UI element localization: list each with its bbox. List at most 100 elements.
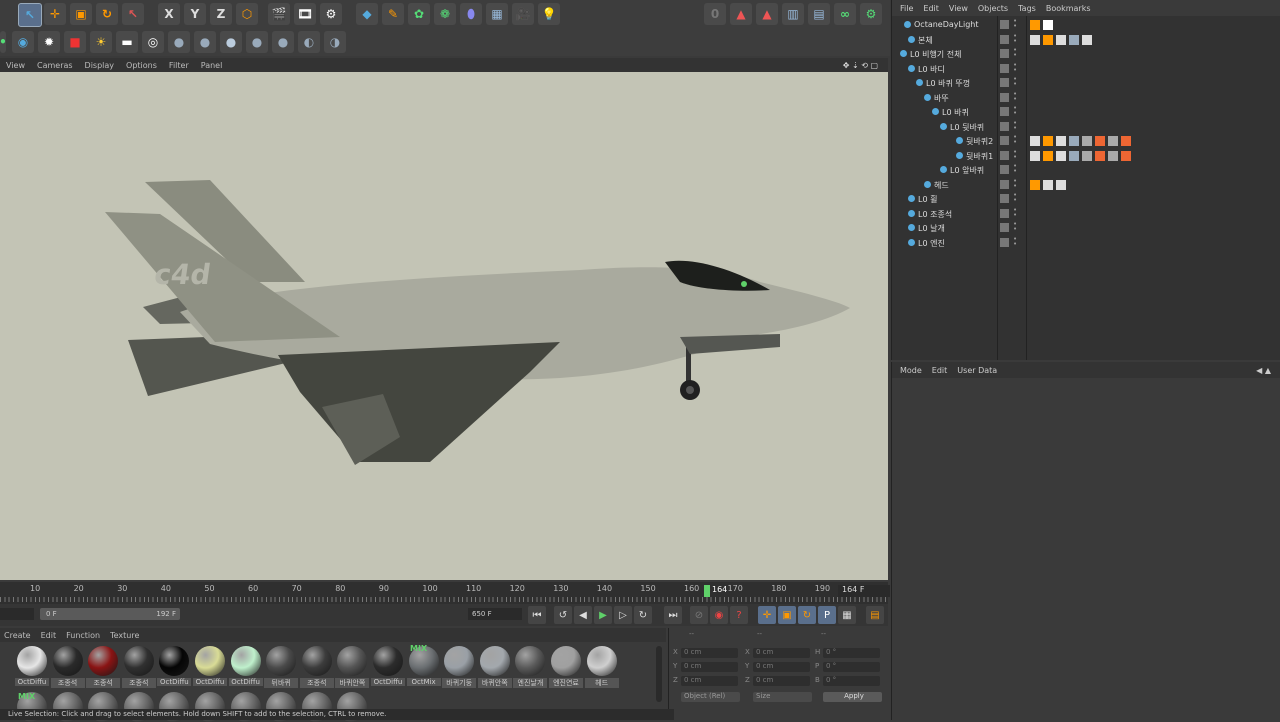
object-name[interactable]: L0 휠: [918, 194, 937, 205]
y-axis-lock-icon[interactable]: Y: [184, 3, 206, 25]
world-coord-icon[interactable]: ⬡: [236, 3, 258, 25]
coord-size-select[interactable]: Size: [753, 692, 812, 702]
layout2-icon[interactable]: ▤: [808, 3, 830, 25]
rot-h-field[interactable]: 0 °: [823, 648, 880, 658]
keyframe-selection-icon[interactable]: ?: [730, 606, 748, 624]
pos-x-field[interactable]: 0 cm: [681, 648, 738, 658]
menu-view[interactable]: View: [6, 61, 25, 70]
material-swatch[interactable]: OctDiffu: [157, 644, 192, 690]
material-tag-icon[interactable]: [1082, 150, 1092, 161]
material-tag-icon[interactable]: [1095, 136, 1105, 146]
recent-tool-icon[interactable]: ↖: [122, 3, 144, 25]
plugin-icon[interactable]: ⚙: [860, 3, 882, 25]
render-dots-icon[interactable]: • •: [1013, 32, 1017, 44]
sphere-material-2-icon[interactable]: ●: [194, 31, 216, 53]
sun-icon[interactable]: ☀: [90, 31, 112, 53]
material-tag-icon[interactable]: [1069, 34, 1079, 45]
material-tag-icon[interactable]: [1056, 34, 1066, 45]
render-dots-icon[interactable]: • •: [1013, 61, 1017, 73]
visibility-toggle-icon[interactable]: [1000, 208, 1009, 218]
octane-camera-icon[interactable]: ◉: [12, 31, 34, 53]
object-row[interactable]: L0 바퀴 • •: [892, 105, 1280, 119]
material-tag-icon[interactable]: [1082, 136, 1092, 146]
material-tag-icon[interactable]: [1095, 150, 1105, 161]
material-swatch[interactable]: 조종석: [50, 644, 85, 690]
scale-tool-icon[interactable]: ▣: [70, 3, 92, 25]
material-tag-icon[interactable]: [1108, 136, 1118, 146]
object-row[interactable]: L0 엔진 • •: [892, 235, 1280, 250]
pos-z-field[interactable]: 0 cm: [681, 676, 738, 686]
object-name[interactable]: L0 앞바퀴: [950, 165, 984, 176]
object-row[interactable]: L0 비행기 전체 • •: [892, 47, 1280, 61]
undo-cursor-icon[interactable]: ↖: [18, 3, 42, 27]
object-name[interactable]: L0 비행기 전체: [910, 49, 961, 60]
object-name[interactable]: L0 뒷바퀴: [950, 122, 984, 133]
visibility-toggle-icon[interactable]: [1000, 194, 1009, 203]
material-tag-icon[interactable]: [1043, 34, 1053, 45]
sphere-material-7-icon[interactable]: ◑: [324, 31, 346, 53]
octane-record-icon[interactable]: ■: [64, 31, 86, 53]
visibility-toggle-icon[interactable]: [1000, 121, 1009, 131]
key-rotation-icon[interactable]: ↻: [798, 606, 816, 624]
object-name[interactable]: L0 날개: [918, 223, 945, 234]
go-start-icon[interactable]: ⏮: [528, 606, 546, 624]
material-swatch[interactable]: OctDiffu: [371, 644, 405, 690]
material-tag-icon[interactable]: [1030, 179, 1040, 190]
autokey-icon[interactable]: ◉: [710, 606, 728, 624]
min-frame-field[interactable]: [0, 608, 34, 620]
material-swatch[interactable]: 조종석: [299, 644, 334, 690]
size-y-field[interactable]: 0 cm: [753, 662, 810, 672]
visibility-toggle-icon[interactable]: [1000, 20, 1009, 29]
octane-live-icon[interactable]: ▲: [730, 3, 752, 25]
current-frame-field[interactable]: 164 F: [838, 585, 890, 597]
cube-icon[interactable]: ◆: [356, 3, 378, 25]
script-icon[interactable]: ∞: [834, 3, 856, 25]
array-icon[interactable]: ❁: [434, 3, 456, 25]
render-dots-icon[interactable]: • •: [1013, 235, 1017, 247]
move-tool-icon[interactable]: ✛: [44, 3, 66, 25]
render-dots-icon[interactable]: • •: [1013, 221, 1017, 233]
render-dots-icon[interactable]: • •: [1013, 18, 1017, 30]
key-pla-icon[interactable]: ▦: [838, 606, 856, 624]
obj-menu-objects[interactable]: Objects: [978, 4, 1008, 13]
render-settings-icon[interactable]: ⚙: [320, 3, 342, 25]
render-dots-icon[interactable]: • •: [1013, 76, 1017, 88]
play-icon[interactable]: ▶: [594, 606, 612, 624]
material-tag-icon[interactable]: [1056, 179, 1066, 190]
obj-menu-tags[interactable]: Tags: [1018, 4, 1036, 13]
key-scale-icon[interactable]: ▣: [778, 606, 796, 624]
object-row[interactable]: L0 날개 • •: [892, 221, 1280, 235]
render-dots-icon[interactable]: • •: [1013, 134, 1017, 146]
object-name[interactable]: L0 바퀴: [942, 107, 969, 118]
render-dots-icon[interactable]: • •: [1013, 206, 1017, 218]
current-frame-marker[interactable]: [704, 585, 710, 597]
material-tag-icon[interactable]: [1030, 34, 1040, 45]
render-dots-icon[interactable]: • •: [1013, 119, 1017, 131]
object-name[interactable]: L0 바퀴 뚜껑: [926, 78, 970, 89]
object-row[interactable]: 본체 • •: [892, 32, 1280, 47]
render-dots-icon[interactable]: • •: [1013, 90, 1017, 102]
rot-b-field[interactable]: 0 °: [823, 676, 880, 686]
material-tag-icon[interactable]: [1030, 150, 1040, 161]
sphere-material-6-icon[interactable]: ◐: [298, 31, 320, 53]
leaf-icon[interactable]: •: [0, 31, 7, 53]
next-key-icon[interactable]: ↻: [634, 606, 652, 624]
object-row[interactable]: 헤드 • •: [892, 177, 1280, 192]
material-swatch[interactable]: 조종석: [121, 644, 156, 690]
z-axis-lock-icon[interactable]: Z: [210, 3, 232, 25]
object-name[interactable]: 바뚜: [934, 93, 949, 104]
object-row[interactable]: L0 바퀴 뚜껑 • •: [892, 76, 1280, 90]
max-frame-field[interactable]: 650 F: [468, 608, 522, 620]
obj-menu-view[interactable]: View: [949, 4, 968, 13]
render-dots-icon[interactable]: • •: [1013, 47, 1017, 59]
prev-frame-icon[interactable]: ◀: [574, 606, 592, 624]
menu-filter[interactable]: Filter: [169, 61, 189, 70]
visibility-toggle-icon[interactable]: [1000, 136, 1009, 145]
material-tag-icon[interactable]: [1121, 136, 1131, 146]
material-tag-icon[interactable]: [1043, 20, 1053, 30]
psr-icon[interactable]: 0: [704, 3, 726, 25]
object-row[interactable]: L0 조종석 • •: [892, 206, 1280, 221]
visibility-toggle-icon[interactable]: [1000, 223, 1009, 232]
size-x-field[interactable]: 0 cm: [753, 648, 810, 658]
menu-function[interactable]: Function: [66, 631, 100, 640]
